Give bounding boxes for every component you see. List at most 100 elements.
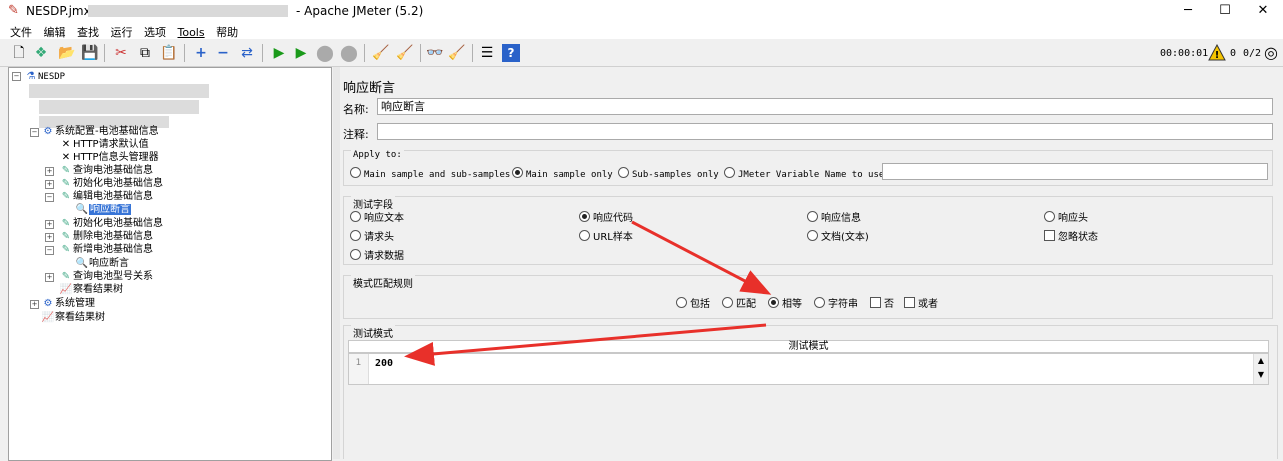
field-response-message-radio[interactable]: 响应信息 (807, 211, 861, 225)
variable-name-field[interactable] (882, 163, 1268, 180)
redacted-tree-area (29, 84, 209, 98)
comment-field[interactable] (377, 123, 1273, 140)
rule-or-checkbox[interactable]: 或者 (904, 297, 938, 311)
tree-node-config-group[interactable]: ⚙ 系统配置-电池基础信息 (41, 125, 159, 138)
expand-toggle[interactable]: + (30, 300, 39, 309)
save-icon[interactable]: 💾 (81, 44, 99, 62)
menu-tools[interactable]: Tools (178, 26, 205, 39)
cut-icon[interactable]: ✂ (112, 44, 130, 62)
editor-scrollbar[interactable]: ▲ ▼ (1253, 354, 1268, 384)
sampler-icon: ✎ (61, 218, 71, 229)
tree-node[interactable]: 📈察看结果树 (41, 311, 105, 324)
field-response-code-radio[interactable]: 响应代码 (579, 211, 633, 225)
menu-search[interactable]: 查找 (77, 24, 99, 40)
close-button[interactable]: ✕ (1248, 2, 1278, 20)
menu-help[interactable]: 帮助 (216, 24, 238, 40)
radio-selected-icon (512, 167, 523, 178)
name-field[interactable]: 响应断言 (377, 98, 1273, 115)
menu-file[interactable]: 文件 (10, 24, 32, 40)
menu-edit[interactable]: 编辑 (44, 24, 66, 40)
reset-search-icon[interactable]: 🧹 (448, 44, 466, 62)
paste-icon[interactable]: 📋 (160, 44, 178, 62)
tree-node-selected-assertion[interactable]: 🔍 响应断言 (75, 203, 131, 216)
rule-not-checkbox[interactable]: 否 (870, 297, 894, 311)
field-request-headers-radio[interactable]: 请求头 (350, 230, 394, 244)
clear-icon[interactable]: 🧹 (372, 44, 390, 62)
collapse-toggle[interactable]: − (45, 193, 54, 202)
tree-node[interactable]: 🔍响应断言 (75, 257, 129, 270)
apply-sub-only-radio[interactable]: Sub-samples only (618, 167, 719, 181)
rule-substring-radio[interactable]: 字符串 (814, 297, 858, 311)
menu-run[interactable]: 运行 (111, 24, 133, 40)
expand-toggle[interactable]: + (45, 220, 54, 229)
collapse-toggle[interactable]: − (12, 72, 21, 81)
toggle-icon[interactable]: ⇄ (238, 44, 256, 62)
start-no-pauses-icon[interactable]: ▶ (292, 44, 310, 62)
radio-selected-icon (768, 297, 779, 308)
config-tool-icon: ✕ (61, 152, 71, 163)
stop-icon[interactable]: ⬤ (316, 44, 334, 62)
minimize-button[interactable]: ─ (1173, 2, 1203, 20)
templates-icon[interactable]: ❖ (32, 44, 50, 62)
help-icon[interactable]: ? (502, 44, 520, 62)
radio-icon (676, 297, 687, 308)
scroll-down-icon[interactable]: ▼ (1254, 368, 1268, 382)
tree-node[interactable]: ✎ 编辑电池基础信息 (59, 190, 153, 203)
tree-node[interactable]: ✎ 查询电池型号关系 (59, 270, 153, 283)
tree-node[interactable]: ✕ HTTP信息头管理器 (59, 151, 159, 164)
apply-variable-radio[interactable]: JMeter Variable Name to use (724, 167, 884, 181)
expand-toggle[interactable]: + (45, 233, 54, 242)
tree-node[interactable]: ✎ 新增电池基础信息 (59, 243, 153, 256)
pane-splitter[interactable] (333, 67, 340, 459)
remote-globe-icon[interactable]: ◎ (1264, 44, 1278, 62)
field-to-test-panel: 测试字段 响应文本 响应代码 响应信息 响应头 请求头 URL样本 文档(文本)… (343, 196, 1273, 265)
collapse-toggle[interactable]: − (30, 128, 39, 137)
pattern-value[interactable]: 200 (375, 358, 393, 369)
field-url-sampled-radio[interactable]: URL样本 (579, 230, 633, 244)
field-response-headers-radio[interactable]: 响应头 (1044, 211, 1088, 225)
field-response-text-radio[interactable]: 响应文本 (350, 211, 404, 225)
tree-node[interactable]: ✎ 初始化电池基础信息 (59, 177, 163, 190)
collapse-icon[interactable]: − (214, 44, 232, 62)
start-icon[interactable]: ▶ (270, 44, 288, 62)
function-helper-icon[interactable]: ☰ (478, 44, 496, 62)
rule-contains-radio[interactable]: 包括 (676, 297, 710, 311)
redacted-path (88, 5, 288, 17)
tree-node[interactable]: ✕ HTTP请求默认值 (59, 138, 149, 151)
clear-all-icon[interactable]: 🧹 (396, 44, 414, 62)
expand-toggle[interactable]: + (45, 167, 54, 176)
rule-equals-radio[interactable]: 相等 (768, 297, 802, 311)
shutdown-icon[interactable]: ⬤ (340, 44, 358, 62)
panel-heading: 响应断言 (343, 81, 396, 96)
search-icon[interactable]: 👓 (426, 44, 444, 62)
tree-node[interactable]: ⚙ 系统管理 (41, 297, 95, 310)
new-icon[interactable]: 🗋 (10, 44, 28, 62)
tree-node[interactable]: ✎ 查询电池基础信息 (59, 164, 153, 177)
ignore-status-checkbox[interactable]: 忽略状态 (1044, 230, 1098, 244)
tree-node[interactable]: 📈察看结果树 (59, 283, 123, 296)
expand-icon[interactable]: + (192, 44, 210, 62)
field-document-radio[interactable]: 文档(文本) (807, 230, 869, 244)
sampler-icon: ✎ (61, 165, 71, 176)
tree-node-root[interactable]: ⚗ NESDP (24, 70, 66, 83)
patterns-title: 测试模式 (351, 325, 395, 340)
sampler-icon: ✎ (61, 271, 71, 282)
field-request-data-radio[interactable]: 请求数据 (350, 249, 404, 263)
rule-matches-radio[interactable]: 匹配 (722, 297, 756, 311)
open-icon[interactable]: 📂 (58, 44, 76, 62)
tree-node[interactable]: ✎ 删除电池基础信息 (59, 230, 153, 243)
pattern-editor[interactable]: 1 200 ▲ ▼ (348, 353, 1269, 385)
tree-node[interactable]: ✎ 初始化电池基础信息 (59, 217, 163, 230)
apply-main-and-sub-radio[interactable]: Main sample and sub-samples (350, 167, 510, 181)
expand-toggle[interactable]: + (45, 180, 54, 189)
warning-icon[interactable]: ! (1208, 44, 1226, 62)
window-title-app: - Apache JMeter (5.2) (296, 4, 424, 18)
apply-to-title: Apply to: (351, 150, 404, 160)
maximize-button[interactable]: ☐ (1210, 2, 1240, 20)
expand-toggle[interactable]: + (45, 273, 54, 282)
scroll-up-icon[interactable]: ▲ (1254, 354, 1268, 368)
apply-main-only-radio[interactable]: Main sample only (512, 167, 613, 181)
collapse-toggle[interactable]: − (45, 246, 54, 255)
copy-icon[interactable]: ⧉ (136, 44, 154, 62)
menu-options[interactable]: 选项 (144, 24, 166, 40)
